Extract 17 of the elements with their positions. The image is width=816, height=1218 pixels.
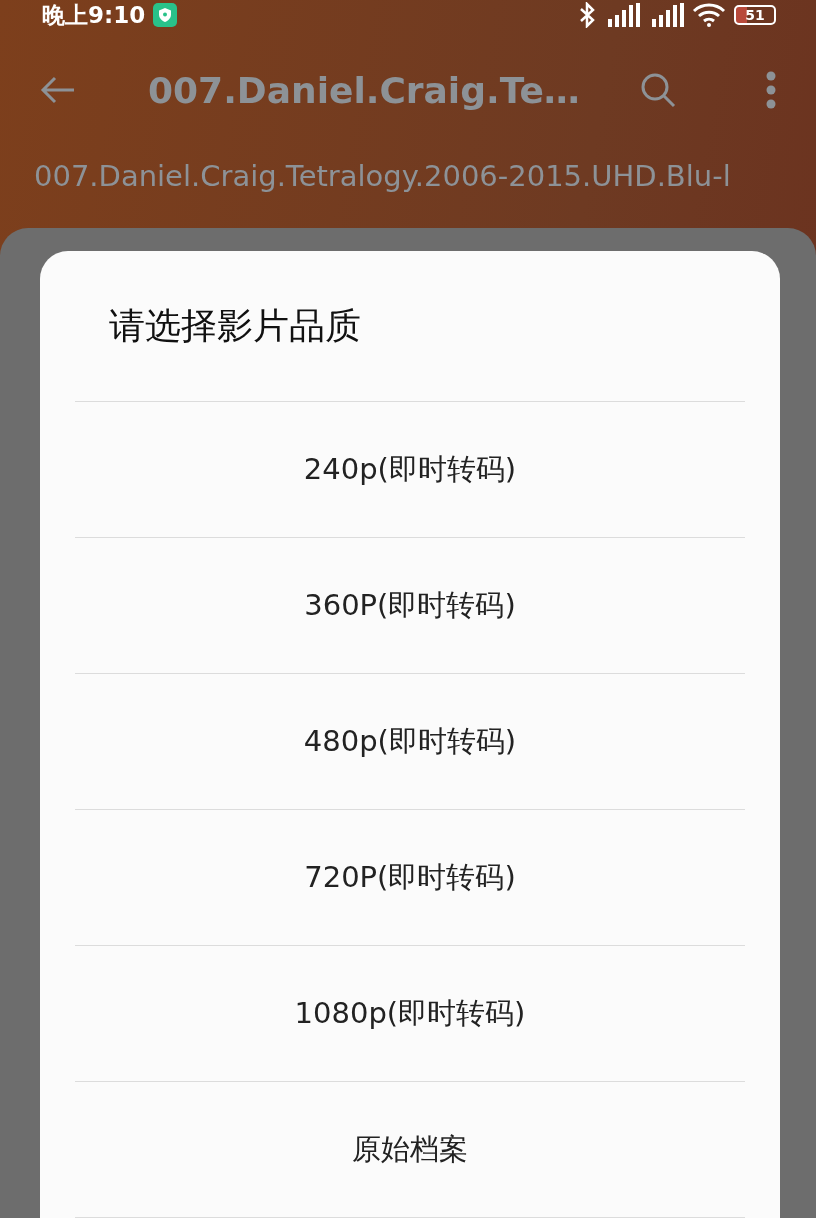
wifi-icon bbox=[692, 3, 726, 27]
folder-title: 007.Daniel.Craig.Te… bbox=[148, 69, 580, 111]
quality-option[interactable]: 240p(即时转码) bbox=[75, 402, 745, 538]
back-arrow-icon[interactable] bbox=[40, 75, 76, 106]
battery-icon: 51 bbox=[734, 5, 776, 25]
quality-option[interactable]: 480p(即时转码) bbox=[75, 674, 745, 810]
folder-path: 007.Daniel.Craig.Tetralogy.2006-2015.UHD.Blu-l bbox=[33, 158, 732, 196]
shield-icon bbox=[153, 3, 178, 27]
quality-option[interactable]: 720P(即时转码) bbox=[75, 810, 745, 946]
bluetooth-icon bbox=[578, 2, 596, 28]
more-menu-icon[interactable] bbox=[766, 71, 776, 110]
quality-option[interactable]: 1080p(即时转码) bbox=[75, 946, 745, 1082]
quality-option[interactable]: 原始档案 bbox=[75, 1082, 745, 1218]
dialog-title: 请选择影片品质 bbox=[75, 251, 745, 402]
quality-option[interactable]: 360P(即时转码) bbox=[75, 538, 745, 674]
status-time: 晚上9:10 bbox=[42, 0, 146, 30]
search-icon[interactable] bbox=[640, 72, 676, 109]
